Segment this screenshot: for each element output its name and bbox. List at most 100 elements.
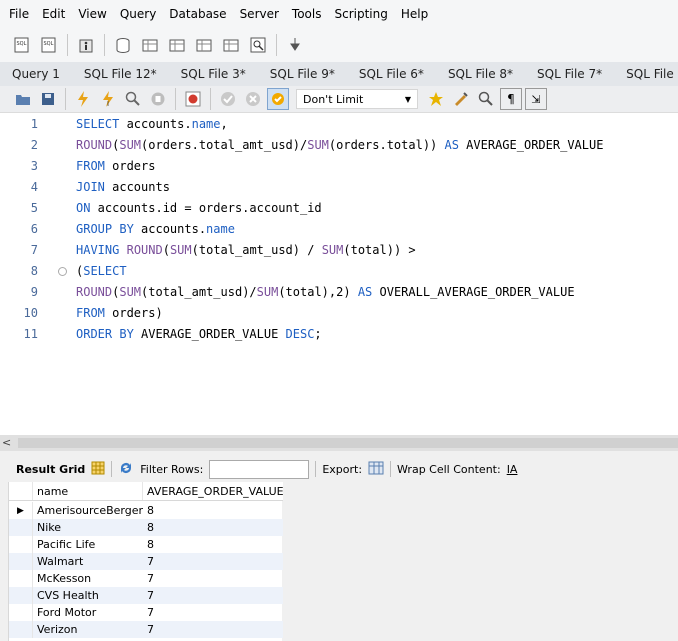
menu-file[interactable]: File [5, 7, 38, 21]
row-indicator[interactable] [9, 570, 33, 587]
add-snippet-icon[interactable] [425, 88, 447, 110]
code-token: SELECT [76, 117, 127, 131]
rollback-icon[interactable] [242, 88, 264, 110]
row-indicator[interactable] [9, 621, 33, 638]
refresh-icon[interactable] [118, 461, 134, 478]
table-row[interactable]: Nike 8 [9, 519, 283, 536]
cell-average-order-value[interactable]: 8 [143, 519, 283, 536]
explain-icon[interactable] [122, 88, 144, 110]
limit-rows-value: Don't Limit [303, 92, 364, 106]
wrap-lines-icon[interactable]: ⇲ [525, 88, 547, 110]
info-icon[interactable] [74, 33, 98, 57]
save-icon[interactable] [37, 88, 59, 110]
export-icon[interactable] [368, 461, 384, 478]
reconnect-icon[interactable] [283, 33, 307, 57]
row-indicator[interactable] [9, 519, 33, 536]
autocommit-icon[interactable] [267, 88, 289, 110]
table-row[interactable]: Pacific Life 8 [9, 536, 283, 553]
tab-sql-file-12[interactable]: SQL File 12* [72, 62, 169, 86]
cell-name[interactable]: Verizon [33, 621, 143, 638]
execute-icon[interactable] [72, 88, 94, 110]
tab-sql-file-9[interactable]: SQL File 9* [614, 62, 678, 86]
cell-average-order-value[interactable]: 8 [143, 502, 283, 519]
code-token: SUM [119, 138, 142, 152]
table-row[interactable]: ▶ AmerisourceBergen 8 [9, 502, 283, 519]
current-row-icon[interactable]: ▶ [9, 502, 33, 519]
sql-editor[interactable]: 1 SELECT accounts.name, 2 ROUND(SUM(orders.… [0, 113, 678, 435]
limit-rows-select[interactable]: Don't Limit ▼ [296, 89, 418, 109]
commit-icon[interactable] [217, 88, 239, 110]
create-function-icon[interactable] [219, 33, 243, 57]
cell-average-order-value[interactable]: 7 [143, 570, 283, 587]
result-grid-tab[interactable]: Result Grid [16, 463, 85, 476]
table-row[interactable]: McKesson 7 [9, 570, 283, 587]
row-indicator[interactable] [9, 553, 33, 570]
open-sql-script-icon[interactable]: SQL [37, 33, 61, 57]
stop-icon[interactable] [147, 88, 169, 110]
cell-name[interactable]: Pacific Life [33, 536, 143, 553]
column-header-name[interactable]: name [33, 482, 143, 500]
invisible-chars-icon[interactable]: ¶ [500, 88, 522, 110]
menu-edit[interactable]: Edit [38, 7, 74, 21]
wrap-cell-icon[interactable]: IA [507, 463, 518, 476]
cell-name[interactable]: Nike [33, 519, 143, 536]
row-indicator[interactable] [9, 536, 33, 553]
toggle-error-icon[interactable] [182, 88, 204, 110]
cell-name[interactable]: Walmart [33, 553, 143, 570]
cell-average-order-value[interactable]: 7 [143, 553, 283, 570]
tab-sql-file-3[interactable]: SQL File 3* [169, 62, 258, 86]
menu-scripting[interactable]: Scripting [330, 7, 396, 21]
tab-sql-file-7[interactable]: SQL File 7* [525, 62, 614, 86]
line-number: 10 [23, 306, 38, 320]
column-header-average-order-value[interactable]: AVERAGE_ORDER_VALUE [143, 482, 284, 500]
cell-name[interactable]: CVS Health [33, 587, 143, 604]
table-row[interactable]: Verizon 7 [9, 621, 283, 638]
cell-average-order-value[interactable]: 7 [143, 587, 283, 604]
scroll-left-icon[interactable]: < [2, 436, 11, 449]
result-grid[interactable]: name AVERAGE_ORDER_VALUE ▶ AmerisourceBer… [8, 482, 284, 641]
create-procedure-icon[interactable] [192, 33, 216, 57]
menu-view[interactable]: View [74, 7, 115, 21]
fold-marker-icon[interactable] [58, 267, 67, 276]
tab-sql-file-8[interactable]: SQL File 8* [436, 62, 525, 86]
menu-help[interactable]: Help [397, 7, 437, 21]
code-token: ROUND [126, 243, 163, 257]
search-table-icon[interactable] [246, 33, 270, 57]
code-token: DESC [285, 327, 315, 341]
find-icon[interactable] [475, 88, 497, 110]
new-sql-tab-icon[interactable]: SQL [10, 33, 34, 57]
tab-query-1[interactable]: Query 1 [0, 62, 72, 86]
menu-query[interactable]: Query [116, 7, 165, 21]
cell-average-order-value[interactable]: 8 [143, 536, 283, 553]
code-token: (total)) > [343, 243, 416, 257]
menu-database[interactable]: Database [165, 7, 235, 21]
tab-sql-file-9[interactable]: SQL File 9* [258, 62, 347, 86]
table-row[interactable]: Ford Motor 7 [9, 604, 283, 621]
table-row[interactable]: CVS Health 7 [9, 587, 283, 604]
create-schema-icon[interactable] [111, 33, 135, 57]
create-view-icon[interactable] [165, 33, 189, 57]
menu-tools[interactable]: Tools [288, 7, 331, 21]
toolbar-separator [276, 34, 277, 56]
cell-average-order-value[interactable]: 7 [143, 621, 283, 638]
table-row[interactable]: Walmart 7 [9, 553, 283, 570]
editor-horizontal-scrollbar[interactable]: < [0, 435, 678, 451]
row-indicator[interactable] [9, 587, 33, 604]
code-token: ; [314, 327, 322, 341]
cell-name[interactable]: Ford Motor [33, 604, 143, 621]
menu-server[interactable]: Server [236, 7, 288, 21]
beautify-icon[interactable] [450, 88, 472, 110]
create-table-icon[interactable] [138, 33, 162, 57]
tab-sql-file-6[interactable]: SQL File 6* [347, 62, 436, 86]
cell-average-order-value[interactable]: 7 [143, 604, 283, 621]
execute-current-icon[interactable]: I [97, 88, 119, 110]
filter-rows-input[interactable] [209, 459, 310, 479]
cell-name[interactable]: McKesson [33, 570, 143, 587]
code-token: AS [357, 285, 373, 299]
open-file-icon[interactable] [12, 88, 34, 110]
cell-name[interactable]: AmerisourceBergen [33, 502, 143, 519]
row-indicator[interactable] [9, 604, 33, 621]
scrollbar-thumb[interactable] [18, 438, 678, 448]
grid-icon[interactable] [91, 461, 105, 478]
code-line: JOIN accounts [76, 180, 170, 194]
